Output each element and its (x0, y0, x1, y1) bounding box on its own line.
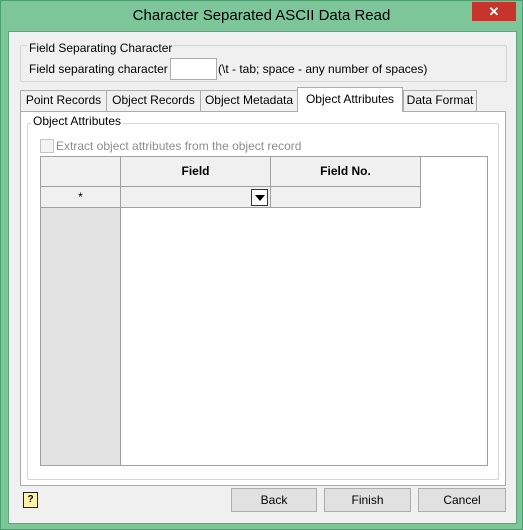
dialog-window: Character Separated ASCII Data Read ✕ Fi… (0, 0, 523, 530)
grid-cell-field-no[interactable] (271, 187, 421, 208)
tab-object-metadata[interactable]: Object Metadata (200, 90, 298, 111)
close-button[interactable]: ✕ (472, 2, 516, 21)
object-attributes-group-label: Object Attributes (31, 114, 124, 128)
field-separating-hint: (\t - tab; space - any number of spaces) (218, 62, 428, 76)
grid-header-field[interactable]: Field (121, 157, 271, 187)
table-row-marker: * (41, 187, 121, 208)
window-title: Character Separated ASCII Data Read (132, 7, 391, 24)
grid-cell-field[interactable] (121, 187, 271, 208)
field-separating-input[interactable] (170, 58, 217, 80)
tab-object-records[interactable]: Object Records (106, 90, 201, 111)
help-icon[interactable]: ? (23, 492, 38, 508)
tab-object-attributes[interactable]: Object Attributes (297, 87, 403, 112)
title-bar: Character Separated ASCII Data Read ✕ (1, 1, 522, 31)
back-button[interactable]: Back (231, 488, 317, 512)
dialog-body: Field Separating Character Field separat… (8, 31, 517, 524)
extract-attributes-label: Extract object attributes from the objec… (56, 139, 302, 153)
grid-corner-header (41, 157, 121, 187)
field-separating-label: Field separating character (29, 62, 168, 76)
tab-data-format[interactable]: Data Format (403, 90, 477, 111)
attributes-grid: Field Field No. * (40, 156, 488, 466)
grid-header-field-no[interactable]: Field No. (271, 157, 421, 187)
extract-attributes-checkbox[interactable] (40, 139, 54, 153)
field-dropdown-button[interactable] (251, 189, 268, 206)
field-separating-group-label: Field Separating Character (27, 41, 175, 55)
tab-point-records[interactable]: Point Records (20, 90, 107, 111)
cancel-button[interactable]: Cancel (418, 488, 506, 512)
finish-button[interactable]: Finish (324, 488, 411, 512)
